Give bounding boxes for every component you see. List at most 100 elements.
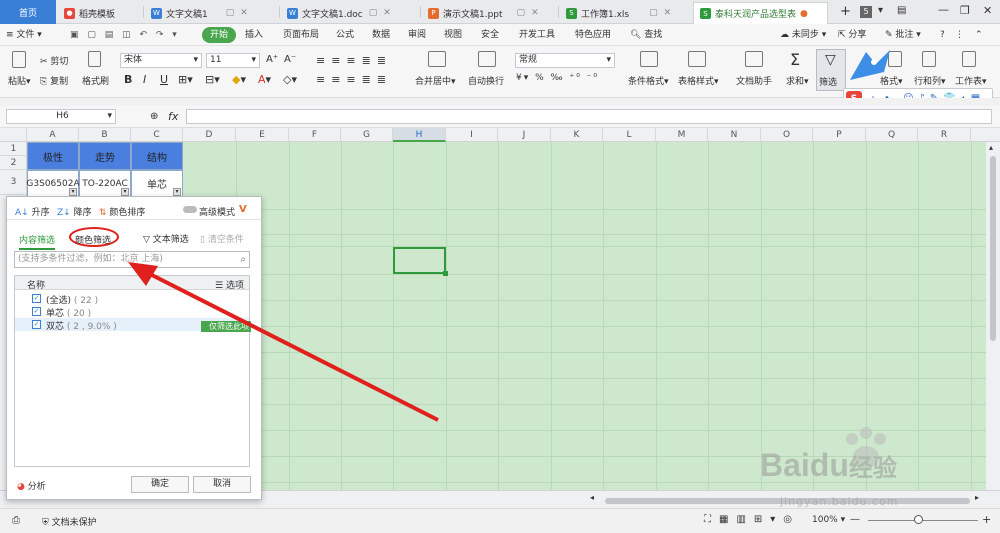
collapse-ribbon-icon[interactable]: ⌃	[975, 28, 983, 42]
selected-cell-H6[interactable]	[393, 247, 448, 276]
col-B[interactable]: B	[79, 128, 131, 142]
cell-B1[interactable]: 走势	[79, 142, 131, 170]
list-item[interactable]: 双芯 ( 2 , 9.0% )	[46, 319, 117, 332]
vertical-scroll-thumb[interactable]	[990, 156, 996, 341]
worksheet-button[interactable]: 工作表▾	[955, 74, 987, 87]
number-format-select[interactable]: 常规 ▾	[515, 53, 615, 68]
col-O[interactable]: O	[761, 128, 813, 142]
close-icon[interactable]: ✕	[664, 8, 672, 18]
name-box[interactable]: H6 ▾	[6, 109, 116, 124]
color-sort-button[interactable]: ⇅ 颜色排序	[99, 205, 145, 218]
number-style-icons[interactable]: ¥▾ % ‰ ⁺⁰ ⁻⁰	[516, 73, 599, 83]
close-icon[interactable]: ✕	[531, 8, 539, 18]
tab-pin-icon[interactable]: ▢	[649, 8, 658, 18]
tab-security[interactable]: 安全	[481, 28, 499, 42]
more-icon[interactable]: ⋮	[955, 28, 964, 42]
border-icon[interactable]: ⊞▾	[178, 73, 193, 86]
sum-button[interactable]: 求和▾	[786, 74, 809, 87]
wrap-text-button[interactable]: 自动换行	[468, 74, 504, 87]
tab-pin-icon[interactable]: ▢	[517, 8, 526, 18]
list-item[interactable]: (全选) ( 22 )	[46, 293, 98, 306]
tab-page-layout[interactable]: 页面布局	[283, 28, 319, 42]
file-menu[interactable]: ≡ 文件 ▾	[6, 28, 42, 42]
col-P[interactable]: P	[813, 128, 866, 142]
vertical-scrollbar[interactable]: ▴	[986, 142, 1000, 508]
window-close-icon[interactable]: ✕	[983, 4, 992, 17]
doc-helper-button[interactable]: 文档助手	[736, 74, 772, 87]
sum-icon[interactable]: Σ	[790, 50, 800, 69]
tab-writer-doc[interactable]: W 文字文稿1.doc ▢ ✕	[281, 2, 418, 24]
scroll-left-icon[interactable]: ◂	[590, 493, 594, 502]
col-N[interactable]: N	[708, 128, 761, 142]
tab-pin-icon[interactable]: ▢	[226, 8, 235, 18]
cell-A1[interactable]: 极性	[27, 142, 79, 170]
col-Q[interactable]: Q	[866, 128, 918, 142]
row-2[interactable]: 2	[0, 156, 27, 170]
fx-button[interactable]: fx	[168, 110, 178, 123]
font-grow-icon[interactable]: A⁺	[266, 54, 278, 65]
chevron-down-icon[interactable]: ▾	[878, 5, 883, 16]
tab-color-filter[interactable]: 颜色筛选	[75, 233, 111, 246]
cancel-button[interactable]: 取消	[193, 476, 251, 493]
tab-special[interactable]: 特色应用	[575, 28, 611, 42]
worksheet-icon[interactable]	[962, 51, 978, 69]
protect-status[interactable]: ⛨ 文档未保护	[42, 515, 97, 528]
filter-search-input[interactable]: (支持多条件过滤，例如：北京 上海) ⌕	[14, 251, 250, 268]
options-button[interactable]: ☰ 选项	[215, 278, 244, 291]
checkbox-single-core[interactable]: ✓	[32, 307, 41, 316]
tab-list-icon[interactable]: 5	[860, 6, 872, 18]
ok-button[interactable]: 确定	[131, 476, 189, 493]
col-H[interactable]: H	[393, 128, 446, 142]
col-L[interactable]: L	[603, 128, 656, 142]
row-1[interactable]: 1	[0, 142, 27, 156]
filter-button[interactable]: ▽ 筛选	[816, 49, 846, 91]
analyze-button[interactable]: ◕ 分析	[17, 479, 46, 492]
tab-view[interactable]: 视图	[444, 28, 462, 42]
tab-insert[interactable]: 插入	[245, 28, 263, 42]
formula-input[interactable]	[186, 109, 992, 124]
window-menu-icon[interactable]: ▤	[897, 5, 906, 16]
filter-dropdown-a[interactable]: ▾	[69, 188, 77, 196]
tab-start[interactable]: 开始	[202, 27, 237, 43]
col-R[interactable]: R	[918, 128, 971, 142]
scroll-up-icon[interactable]: ▴	[989, 143, 993, 152]
tab-pin-icon[interactable]: ▢	[369, 8, 378, 18]
col-G[interactable]: G	[341, 128, 393, 142]
tab-home[interactable]: 首页	[0, 0, 56, 24]
col-A[interactable]: A	[27, 128, 79, 142]
font-color-icon[interactable]: A▾	[258, 73, 271, 86]
search-button[interactable]: 🔍︎ 查找	[630, 28, 662, 42]
tab-developer[interactable]: 开发工具	[519, 28, 555, 42]
row-col-icon[interactable]	[922, 51, 938, 69]
row-3[interactable]: 3	[0, 170, 27, 195]
sort-asc-button[interactable]: A↓ 升序	[15, 205, 50, 218]
col-C[interactable]: C	[131, 128, 183, 142]
cell-C1[interactable]: 结构	[131, 142, 183, 170]
tab-spreadsheet[interactable]: S 工作簿1.xls ▢ ✕	[560, 2, 690, 24]
text-filter-button[interactable]: ▽ 文本筛选	[143, 232, 189, 245]
font-shrink-icon[interactable]: A⁻	[284, 54, 296, 65]
share-button[interactable]: ⇱ 分享	[838, 28, 866, 42]
paste-button[interactable]: 粘贴▾	[8, 74, 31, 87]
font-size-select[interactable]: 11 ▾	[206, 53, 260, 68]
paste-icon[interactable]	[12, 51, 28, 69]
font-name-select[interactable]: 宋体 ▾	[120, 53, 202, 68]
col-D[interactable]: D	[183, 128, 236, 142]
table-style-button[interactable]: 表格样式▾	[678, 74, 719, 87]
fill-color-icon[interactable]: ◆▾	[232, 73, 246, 86]
close-icon[interactable]: ✕	[383, 8, 391, 18]
col-F[interactable]: F	[289, 128, 341, 142]
checkbox-dual-core[interactable]: ✓	[32, 320, 41, 329]
zoom-out-icon[interactable]: —	[850, 514, 860, 525]
tab-presentation[interactable]: P 演示文稿1.ppt ▢ ✕	[422, 2, 557, 24]
macro-icon[interactable]: ⎙	[12, 515, 20, 526]
tab-writer-1[interactable]: W 文字文稿1 ▢ ✕	[145, 2, 277, 24]
bold-button[interactable]: B	[124, 73, 132, 86]
merge-center-button[interactable]: 合并居中▾	[415, 74, 456, 87]
zoom-icon[interactable]: ⊕	[150, 111, 158, 122]
format-painter-button[interactable]: 格式刷	[82, 74, 109, 87]
tab-formula[interactable]: 公式	[336, 28, 354, 42]
wrap-text-icon[interactable]	[478, 51, 498, 69]
conditional-format-icon[interactable]	[640, 51, 660, 69]
tab-review[interactable]: 审阅	[408, 28, 426, 42]
